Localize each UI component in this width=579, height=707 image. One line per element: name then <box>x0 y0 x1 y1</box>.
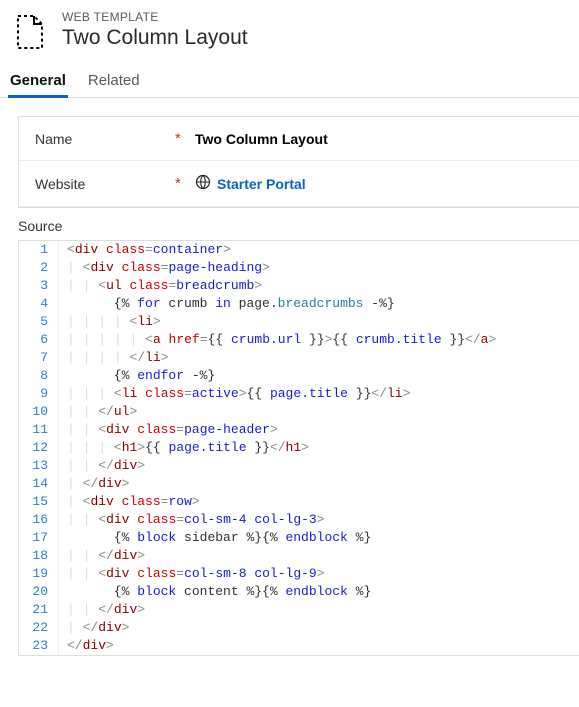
line-number: 5 <box>19 313 59 331</box>
code-line[interactable]: 13| | </div> <box>19 457 579 475</box>
field-label-website: Website <box>35 176 175 192</box>
code-content[interactable]: | | </div> <box>59 547 145 565</box>
code-line[interactable]: 7| | | | </li> <box>19 349 579 367</box>
code-content[interactable]: | | | | | <a href={{ crumb.url }}>{{ cru… <box>59 331 496 349</box>
code-content[interactable]: | | <div class=col-sm-4 col-lg-3> <box>59 511 325 529</box>
line-number: 22 <box>19 619 59 637</box>
code-content[interactable]: <div class=container> <box>59 241 231 259</box>
code-line[interactable]: 20 {% block content %}{% endblock %} <box>19 583 579 601</box>
code-content[interactable]: | | | | <li> <box>59 313 161 331</box>
entity-name: WEB TEMPLATE <box>62 10 248 24</box>
line-number: 13 <box>19 457 59 475</box>
code-content[interactable]: | | </div> <box>59 457 145 475</box>
code-line[interactable]: 5| | | | <li> <box>19 313 579 331</box>
code-line[interactable]: 3| | <ul class=breadcrumb> <box>19 277 579 295</box>
line-number: 8 <box>19 367 59 385</box>
line-number: 18 <box>19 547 59 565</box>
code-line[interactable]: 23</div> <box>19 637 579 655</box>
line-number: 4 <box>19 295 59 313</box>
line-number: 6 <box>19 331 59 349</box>
line-number: 14 <box>19 475 59 493</box>
code-line[interactable]: 11| | <div class=page-header> <box>19 421 579 439</box>
line-number: 1 <box>19 241 59 259</box>
field-label-name: Name <box>35 131 175 147</box>
code-content[interactable]: {% block content %}{% endblock %} <box>59 583 371 601</box>
code-content[interactable]: | <div class=row> <box>59 493 200 511</box>
code-line[interactable]: 19| | <div class=col-sm-8 col-lg-9> <box>19 565 579 583</box>
line-number: 20 <box>19 583 59 601</box>
code-line[interactable]: 21| | </div> <box>19 601 579 619</box>
line-number: 10 <box>19 403 59 421</box>
code-content[interactable]: {% block sidebar %}{% endblock %} <box>59 529 371 547</box>
code-content[interactable]: | <div class=page-heading> <box>59 259 270 277</box>
code-line[interactable]: 4 {% for crumb in page.breadcrumbs -%} <box>19 295 579 313</box>
record-header: WEB TEMPLATE Two Column Layout <box>0 0 579 66</box>
code-line[interactable]: 16| | <div class=col-sm-4 col-lg-3> <box>19 511 579 529</box>
code-content[interactable]: | | <div class=col-sm-8 col-lg-9> <box>59 565 325 583</box>
code-line[interactable]: 9| | | <li class=active>{{ page.title }}… <box>19 385 579 403</box>
code-content[interactable]: | </div> <box>59 619 129 637</box>
line-number: 17 <box>19 529 59 547</box>
tab-general[interactable]: General <box>10 66 66 97</box>
code-line[interactable]: 15| <div class=row> <box>19 493 579 511</box>
tab-strip: General Related <box>0 66 579 98</box>
line-number: 16 <box>19 511 59 529</box>
field-name-row: Name * Two Column Layout <box>19 117 579 161</box>
line-number: 15 <box>19 493 59 511</box>
website-lookup[interactable]: Starter Portal <box>217 176 306 192</box>
code-line[interactable]: 18| | </div> <box>19 547 579 565</box>
line-number: 11 <box>19 421 59 439</box>
code-line[interactable]: 6| | | | | <a href={{ crumb.url }}>{{ cr… <box>19 331 579 349</box>
code-line[interactable]: 2| <div class=page-heading> <box>19 259 579 277</box>
line-number: 12 <box>19 439 59 457</box>
code-content[interactable]: | | <div class=page-header> <box>59 421 278 439</box>
code-content[interactable]: | </div> <box>59 475 129 493</box>
globe-icon <box>195 174 211 193</box>
code-line[interactable]: 10| | </ul> <box>19 403 579 421</box>
line-number: 19 <box>19 565 59 583</box>
code-content[interactable]: {% endfor -%} <box>59 367 215 385</box>
line-number: 23 <box>19 637 59 655</box>
code-line[interactable]: 17 {% block sidebar %}{% endblock %} <box>19 529 579 547</box>
line-number: 3 <box>19 277 59 295</box>
line-number: 7 <box>19 349 59 367</box>
code-content[interactable]: {% for crumb in page.breadcrumbs -%} <box>59 295 395 313</box>
name-input[interactable]: Two Column Layout <box>195 131 328 147</box>
required-marker: * <box>175 175 185 192</box>
code-line[interactable]: 14| </div> <box>19 475 579 493</box>
line-number: 9 <box>19 385 59 403</box>
code-content[interactable]: | | <ul class=breadcrumb> <box>59 277 262 295</box>
code-content[interactable]: | | </div> <box>59 601 145 619</box>
code-content[interactable]: </div> <box>59 637 114 655</box>
code-line[interactable]: 1<div class=container> <box>19 241 579 259</box>
form-area: Name * Two Column Layout Website * Start… <box>18 116 579 208</box>
file-icon <box>10 12 50 52</box>
page-title: Two Column Layout <box>62 26 248 50</box>
field-label-source: Source <box>0 208 579 236</box>
line-number: 2 <box>19 259 59 277</box>
required-marker: * <box>175 130 185 147</box>
source-code-editor[interactable]: 1<div class=container>2| <div class=page… <box>18 240 579 656</box>
code-content[interactable]: | | | <li class=active>{{ page.title }}<… <box>59 385 410 403</box>
code-content[interactable]: | | | <h1>{{ page.title }}</h1> <box>59 439 309 457</box>
code-line[interactable]: 12| | | <h1>{{ page.title }}</h1> <box>19 439 579 457</box>
tab-related[interactable]: Related <box>88 66 140 97</box>
code-line[interactable]: 22| </div> <box>19 619 579 637</box>
code-line[interactable]: 8 {% endfor -%} <box>19 367 579 385</box>
code-content[interactable]: | | </ul> <box>59 403 137 421</box>
line-number: 21 <box>19 601 59 619</box>
field-website-row: Website * Starter Portal <box>19 161 579 207</box>
code-content[interactable]: | | | | </li> <box>59 349 169 367</box>
